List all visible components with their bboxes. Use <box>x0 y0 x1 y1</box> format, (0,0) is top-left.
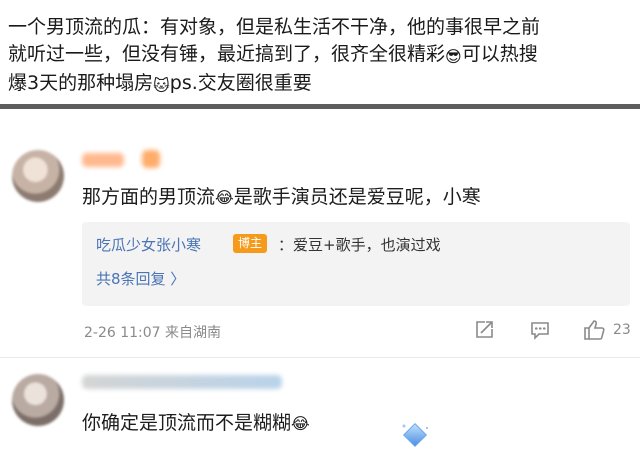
like-icon[interactable] <box>582 318 606 342</box>
comment-1-text-a: 那方面的男顶流 <box>82 186 216 208</box>
diamond-badge-icon <box>398 418 432 452</box>
comment-2-text-a: 你确定是顶流而不是糊糊 <box>82 412 292 434</box>
comment-1-text-b: 是歌手演员还是爱豆呢，小寒 <box>233 186 481 208</box>
reply-thread-box[interactable]: 吃瓜少女张小寒 博主 ：爱豆+歌手，也演过戏 共8条回复 〉 <box>82 222 630 306</box>
laugh-cry-emoji-icon: 😂 <box>215 188 234 207</box>
post-line-2: 就听过一些，但没有锤，最近搞到了，很齐全很精彩😎可以热搜 <box>8 41 632 70</box>
cat-emoji-icon: 🐱 <box>153 76 170 95</box>
section-separator <box>0 104 640 109</box>
commenter-1-avatar[interactable] <box>12 150 64 202</box>
reply-text: ：爱豆+歌手，也演过戏 <box>278 236 441 254</box>
post-line-3-tail: ps.交友圈很重要 <box>169 72 312 94</box>
commenter-2-name-blurred[interactable] <box>82 375 282 389</box>
comment-1-text: 那方面的男顶流😂是歌手演员还是爱豆呢，小寒 <box>82 182 481 209</box>
share-icon[interactable] <box>472 318 496 342</box>
post-line-1: 一个男顶流的瓜：有对象，但是私生活不干净，他的事很早之前 <box>8 16 541 38</box>
commenter-1-badge-blurred <box>142 150 160 168</box>
post-line-3: 爆3天的那种塌房🐱ps.交友圈很重要 <box>8 70 632 99</box>
post-line-3-text: 爆3天的那种塌房 <box>8 72 154 94</box>
post-line-2-tail: 可以热搜 <box>461 43 538 65</box>
comment-1-meta: 2-26 11:07 来自湖南 <box>84 325 222 341</box>
commenter-2-avatar[interactable] <box>12 374 64 426</box>
cool-emoji-icon: 😎 <box>445 47 462 66</box>
commenter-1-name-blurred[interactable] <box>82 153 124 167</box>
reply-author-link[interactable]: 吃瓜少女张小寒 <box>96 234 201 255</box>
post-content: 一个男顶流的瓜：有对象，但是私生活不干净，他的事很早之前 就听过一些，但没有锤，… <box>0 0 640 108</box>
author-badge: 博主 <box>233 234 268 253</box>
laugh-cry-emoji-icon: 😂 <box>291 414 310 433</box>
comment-2-text: 你确定是顶流而不是糊糊😂 <box>82 408 310 435</box>
post-line-2-text: 就听过一些，但没有锤，最近搞到了，很齐全很精彩 <box>8 43 446 65</box>
comment-divider <box>0 357 640 358</box>
like-count: 23 <box>613 322 631 338</box>
view-replies-link[interactable]: 共8条回复 〉 <box>96 268 185 289</box>
comment-icon[interactable] <box>528 318 552 342</box>
